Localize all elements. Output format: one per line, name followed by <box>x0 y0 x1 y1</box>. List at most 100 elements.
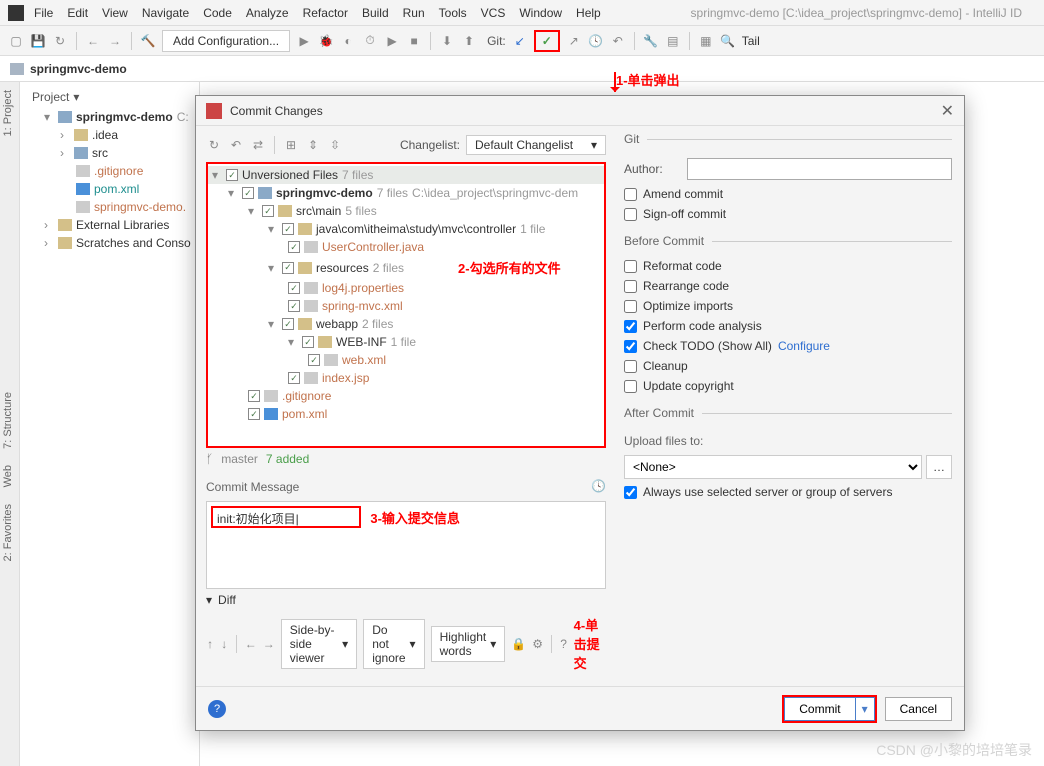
fwd-icon[interactable]: → <box>263 636 275 652</box>
close-icon[interactable]: ✕ <box>941 101 954 121</box>
tab-structure[interactable]: 7: Structure <box>0 384 16 457</box>
save-icon[interactable]: 💾 <box>30 33 46 49</box>
collapse-icon[interactable]: ⇳ <box>327 137 343 153</box>
grid-icon[interactable]: ▦ <box>698 33 714 49</box>
revert-icon[interactable]: ↶ <box>610 33 626 49</box>
down-icon[interactable]: ↓ <box>220 636 228 652</box>
history-icon[interactable]: 🕓 <box>591 479 606 493</box>
menu-analyze[interactable]: Analyze <box>246 6 289 20</box>
xml-file-icon <box>324 354 338 366</box>
cleanup-checkbox[interactable] <box>624 360 637 373</box>
breadcrumb-root[interactable]: springmvc-demo <box>30 62 127 76</box>
folder-icon <box>74 147 88 159</box>
forward-icon[interactable]: → <box>107 33 123 49</box>
folder-icon <box>10 63 24 75</box>
checkbox[interactable] <box>226 169 238 181</box>
file-icon <box>76 201 90 213</box>
run-icon[interactable]: ▶ <box>296 33 312 49</box>
project-panel-header[interactable]: Project▾ <box>20 86 199 108</box>
window-title: springmvc-demo [C:\idea_project\springmv… <box>691 6 1022 20</box>
help-icon[interactable]: ? <box>560 636 568 652</box>
open-icon[interactable]: ▢ <box>8 33 24 49</box>
author-input[interactable] <box>687 158 952 180</box>
profile-icon[interactable]: ⏱ <box>362 33 378 49</box>
build-icon[interactable]: 🔨 <box>140 33 156 49</box>
back-icon[interactable]: ← <box>245 636 257 652</box>
expand-icon[interactable]: ⇕ <box>305 137 321 153</box>
debug-icon[interactable]: 🐞 <box>318 33 334 49</box>
vcs1-icon[interactable]: ⬇ <box>439 33 455 49</box>
group-icon[interactable]: ⊞ <box>283 137 299 153</box>
tab-web[interactable]: Web <box>0 457 16 495</box>
jsp-file-icon <box>304 372 318 384</box>
tab-favorites[interactable]: 2: Favorites <box>0 496 16 569</box>
changelist-combo[interactable]: Default Changelist▾ <box>466 135 606 155</box>
back-icon[interactable]: ← <box>85 33 101 49</box>
diff-icon[interactable]: ⇄ <box>250 137 266 153</box>
menu-vcs[interactable]: VCS <box>481 6 506 20</box>
project-root[interactable]: ▾springmvc-demo C: <box>20 108 199 126</box>
signoff-checkbox[interactable] <box>624 208 637 221</box>
search-icon[interactable]: 🔍 <box>720 33 736 49</box>
ignore-combo[interactable]: Do not ignore▾ <box>363 619 424 669</box>
reformat-checkbox[interactable] <box>624 260 637 273</box>
analysis-checkbox[interactable] <box>624 320 637 333</box>
configure-link[interactable]: Configure <box>778 339 830 353</box>
commit-message-area[interactable]: init:初始化项目| 3-输入提交信息 <box>206 501 606 589</box>
amend-checkbox[interactable] <box>624 188 637 201</box>
branch-info: ᚶmaster 7 added <box>206 448 606 470</box>
dialog-title: Commit Changes <box>230 104 323 118</box>
stop-icon[interactable]: ■ <box>406 33 422 49</box>
vcs2-icon[interactable]: ⬆ <box>461 33 477 49</box>
viewer-combo[interactable]: Side-by-side viewer▾ <box>281 619 357 669</box>
menu-view[interactable]: View <box>102 6 128 20</box>
menu-build[interactable]: Build <box>362 6 389 20</box>
highlight-combo[interactable]: Highlight words▾ <box>431 626 506 662</box>
browse-button[interactable]: … <box>926 455 952 479</box>
up-icon[interactable]: ↑ <box>206 636 214 652</box>
scratch-icon <box>58 237 72 249</box>
menu-file[interactable]: File <box>34 6 53 20</box>
commit-button[interactable]: Commit <box>784 697 855 721</box>
run2-icon[interactable]: ▶ <box>384 33 400 49</box>
structure-icon[interactable]: ▤ <box>665 33 681 49</box>
menu-run[interactable]: Run <box>403 6 425 20</box>
menu-edit[interactable]: Edit <box>67 6 88 20</box>
rearrange-checkbox[interactable] <box>624 280 637 293</box>
run-config-combo[interactable]: Add Configuration... <box>162 30 290 52</box>
copyright-checkbox[interactable] <box>624 380 637 393</box>
xml-file-icon <box>304 300 318 312</box>
coverage-icon[interactable]: ◐ <box>340 33 356 49</box>
optimize-checkbox[interactable] <box>624 300 637 313</box>
compare-icon[interactable]: ↗ <box>566 33 582 49</box>
menu-help[interactable]: Help <box>576 6 601 20</box>
menu-refactor[interactable]: Refactor <box>303 6 348 20</box>
commit-icon[interactable]: ✓ <box>534 30 560 52</box>
folder-icon <box>298 223 312 235</box>
lock-icon[interactable]: 🔒 <box>511 636 526 652</box>
gear-icon[interactable]: ⚙ <box>532 636 543 652</box>
file-icon <box>76 165 90 177</box>
menu-tools[interactable]: Tools <box>439 6 467 20</box>
annotation-1: 1-单击弹出 <box>616 70 680 89</box>
changes-tree[interactable]: ▾Unversioned Files 7 files ▾springmvc-de… <box>206 162 606 448</box>
commit-split-arrow[interactable]: ▾ <box>856 697 875 721</box>
help-button[interactable]: ? <box>208 700 226 718</box>
todo-checkbox[interactable] <box>624 340 637 353</box>
rollback-icon[interactable]: ↶ <box>228 137 244 153</box>
tab-project[interactable]: 1: Project <box>0 82 16 144</box>
history-icon[interactable]: 🕓 <box>588 33 604 49</box>
menu-window[interactable]: Window <box>519 6 562 20</box>
upload-select[interactable]: <None> <box>624 455 922 479</box>
wrench-icon[interactable]: 🔧 <box>643 33 659 49</box>
menu-code[interactable]: Code <box>203 6 232 20</box>
branch-icon: ᚶ <box>206 452 213 466</box>
commit-message-input[interactable]: init:初始化项目| <box>211 506 361 528</box>
always-checkbox[interactable] <box>624 486 637 499</box>
cancel-button[interactable]: Cancel <box>885 697 952 721</box>
update-icon[interactable]: ↙ <box>512 33 528 49</box>
refresh-icon[interactable]: ↻ <box>206 137 222 153</box>
sync-icon[interactable]: ↻ <box>52 33 68 49</box>
menu-navigate[interactable]: Navigate <box>142 6 189 20</box>
app-logo-icon <box>8 5 24 21</box>
